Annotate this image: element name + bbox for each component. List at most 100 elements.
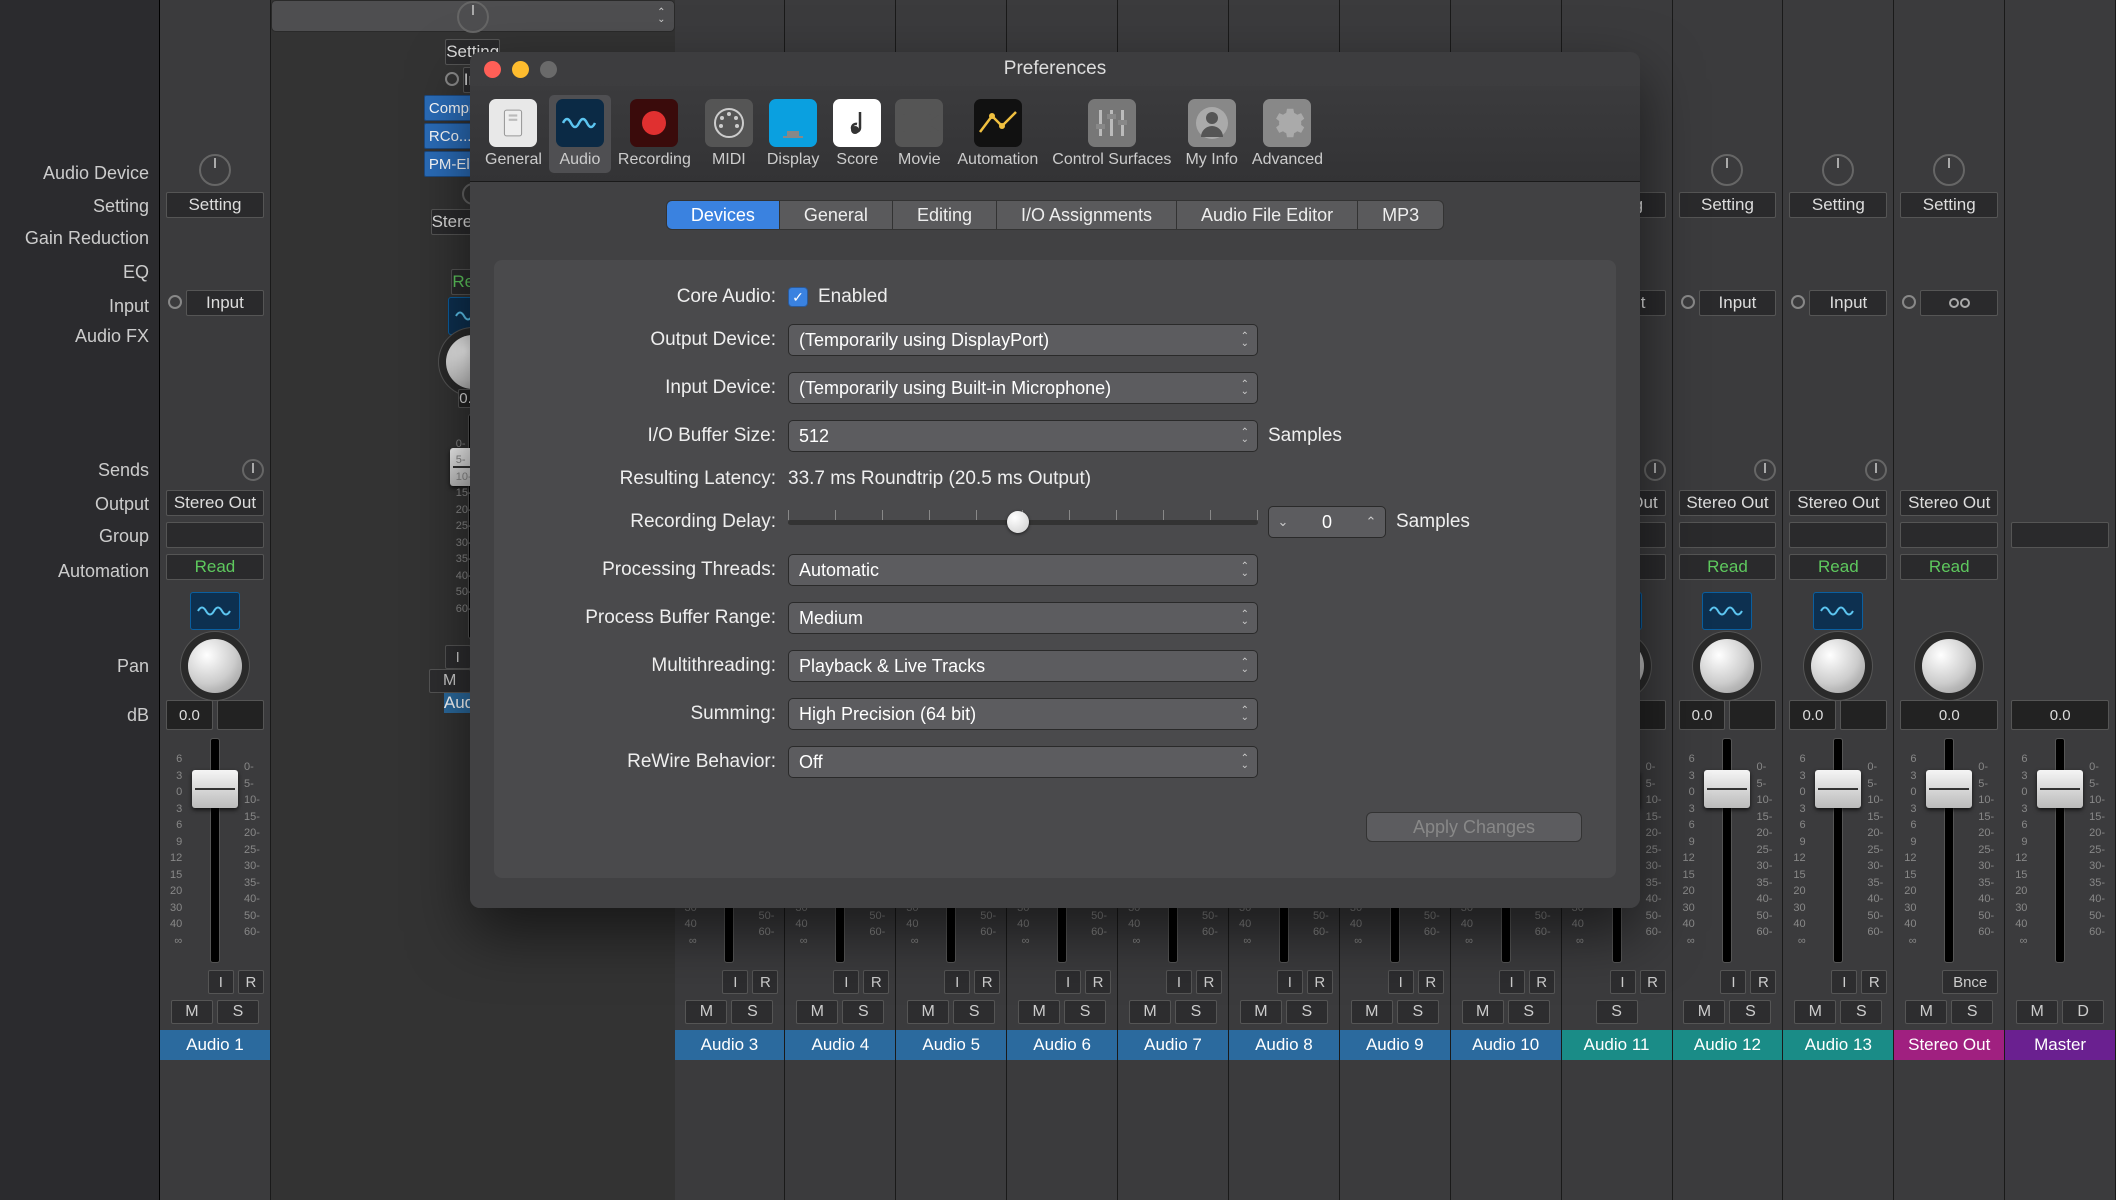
mute-button[interactable]: M (685, 1000, 727, 1024)
proc-threads-select[interactable]: Automatic (788, 554, 1258, 586)
input-monitor-button[interactable]: I (1388, 970, 1414, 994)
input-monitor-button[interactable]: I (445, 645, 471, 669)
track-name[interactable]: Audio 13 (1783, 1030, 1893, 1060)
pan-knob[interactable] (1700, 639, 1754, 693)
track-name[interactable]: Audio 11 (1562, 1030, 1672, 1060)
track-name[interactable]: Audio 6 (1007, 1030, 1117, 1060)
fader-cap[interactable] (1704, 770, 1750, 808)
proc-buffer-select[interactable]: Medium (788, 602, 1258, 634)
input-monitor-button[interactable]: I (208, 970, 234, 994)
mute-button[interactable]: M (429, 669, 471, 693)
toolbar-score[interactable]: Score (826, 95, 888, 173)
send-knob[interactable] (1644, 459, 1666, 481)
setting-slot[interactable]: Setting (166, 192, 264, 218)
input-format-icon[interactable] (1902, 295, 1916, 309)
track-name[interactable]: Audio 9 (1340, 1030, 1450, 1060)
automation-mode[interactable]: Read (1900, 554, 1998, 580)
solo-button[interactable]: S (1286, 1000, 1328, 1024)
fader-cap[interactable] (1926, 770, 1972, 808)
group-slot[interactable] (1679, 522, 1777, 548)
channel-strip[interactable]: SettingStereo OutRead0.06303691215203040… (1894, 0, 2005, 1200)
pan-knob[interactable] (1922, 639, 1976, 693)
solo-button[interactable]: S (1508, 1000, 1550, 1024)
input-monitor-button[interactable]: I (1277, 970, 1303, 994)
output-slot[interactable]: Stereo Out (1789, 490, 1887, 516)
input-device-select[interactable]: (Temporarily using Built-in Microphone) (788, 372, 1258, 404)
record-enable-button[interactable]: R (1750, 970, 1776, 994)
input-slot[interactable]: Input (1809, 290, 1887, 316)
gain-knob[interactable] (1933, 154, 1965, 186)
input-monitor-button[interactable]: I (1055, 970, 1081, 994)
titlebar[interactable]: Preferences (470, 52, 1640, 86)
slider-thumb-icon[interactable] (1007, 511, 1029, 533)
solo-button[interactable]: S (731, 1000, 773, 1024)
peak-readout[interactable] (217, 700, 264, 730)
minimize-icon[interactable] (512, 61, 529, 78)
record-enable-button[interactable]: R (1307, 970, 1333, 994)
input-format-icon[interactable] (168, 295, 182, 309)
input-monitor-button[interactable]: I (1610, 970, 1636, 994)
input-monitor-button[interactable]: I (1831, 970, 1857, 994)
peak-readout[interactable] (1729, 700, 1776, 730)
solo-button[interactable]: S (1840, 1000, 1882, 1024)
gain-knob[interactable] (1822, 154, 1854, 186)
core-audio-checkbox[interactable]: ✓ (788, 287, 808, 307)
input-monitor-button[interactable]: I (1499, 970, 1525, 994)
record-enable-button[interactable]: R (238, 970, 264, 994)
group-slot[interactable] (166, 522, 264, 548)
toolbar-automation[interactable]: Automation (950, 95, 1045, 173)
channel-strip[interactable]: SettingInputStereo OutRead0.063036912152… (160, 0, 271, 1200)
stepper-up-icon[interactable]: ⌃ (1357, 514, 1385, 530)
fader-cap[interactable] (2037, 770, 2083, 808)
toolbar-audio[interactable]: Audio (549, 95, 611, 173)
send-knob[interactable] (242, 459, 264, 481)
waveform-button[interactable] (190, 592, 240, 630)
db-readout[interactable]: 0.0 (2011, 700, 2109, 730)
record-enable-button[interactable]: R (1640, 970, 1666, 994)
input-format-icon[interactable] (445, 72, 459, 86)
group-slot[interactable] (1900, 522, 1998, 548)
output-slot[interactable]: Stereo Out (1679, 490, 1777, 516)
track-name[interactable]: Audio 4 (785, 1030, 895, 1060)
group-slot[interactable] (2011, 522, 2109, 548)
record-enable-button[interactable]: R (1529, 970, 1555, 994)
output-slot[interactable]: Stereo Out (166, 490, 264, 516)
db-readout[interactable]: 0.0 (1789, 700, 1836, 730)
solo-button[interactable]: S (1064, 1000, 1106, 1024)
record-enable-button[interactable]: R (1196, 970, 1222, 994)
track-name[interactable]: Audio 12 (1673, 1030, 1783, 1060)
bounce-button[interactable]: Bnce (1942, 970, 1998, 994)
track-name[interactable]: Audio 3 (675, 1030, 785, 1060)
mute-button[interactable]: M (1462, 1000, 1504, 1024)
input-slot[interactable]: Input (1699, 290, 1777, 316)
gain-knob[interactable] (1711, 154, 1743, 186)
rewire-select[interactable]: Off (788, 746, 1258, 778)
mute-button[interactable]: M (1905, 1000, 1947, 1024)
record-enable-button[interactable]: R (974, 970, 1000, 994)
fader-cap[interactable] (1815, 770, 1861, 808)
track-name[interactable]: Stereo Out (1894, 1030, 2004, 1060)
fader-cap[interactable] (192, 770, 238, 808)
channel-strip[interactable]: SettingInputCompressorRCo...pressoPM-Ele… (271, 0, 675, 32)
record-enable-button[interactable]: R (1418, 970, 1444, 994)
toolbar-recording[interactable]: Recording (611, 95, 698, 173)
waveform-button[interactable] (1702, 592, 1752, 630)
record-enable-button[interactable]: R (1085, 970, 1111, 994)
input-monitor-button[interactable]: I (1166, 970, 1192, 994)
close-icon[interactable] (484, 61, 501, 78)
multithreading-select[interactable]: Playback & Live Tracks (788, 650, 1258, 682)
pan-knob[interactable] (1811, 639, 1865, 693)
record-enable-button[interactable]: R (752, 970, 778, 994)
solo-button[interactable]: S (842, 1000, 884, 1024)
output-device-select[interactable]: (Temporarily using DisplayPort) (788, 324, 1258, 356)
toolbar-general[interactable]: General (478, 95, 549, 173)
track-name[interactable]: Audio 7 (1118, 1030, 1228, 1060)
track-name[interactable]: Audio 8 (1229, 1030, 1339, 1060)
mute-button[interactable]: M (2016, 1000, 2058, 1024)
track-name[interactable]: Audio 1 (160, 1030, 270, 1060)
group-slot[interactable] (1789, 522, 1887, 548)
recording-delay-value[interactable]: 0 (1297, 512, 1357, 533)
solo-button[interactable]: S (953, 1000, 995, 1024)
toolbar-advanced[interactable]: Advanced (1245, 95, 1330, 173)
input-format-icon[interactable] (1681, 295, 1695, 309)
